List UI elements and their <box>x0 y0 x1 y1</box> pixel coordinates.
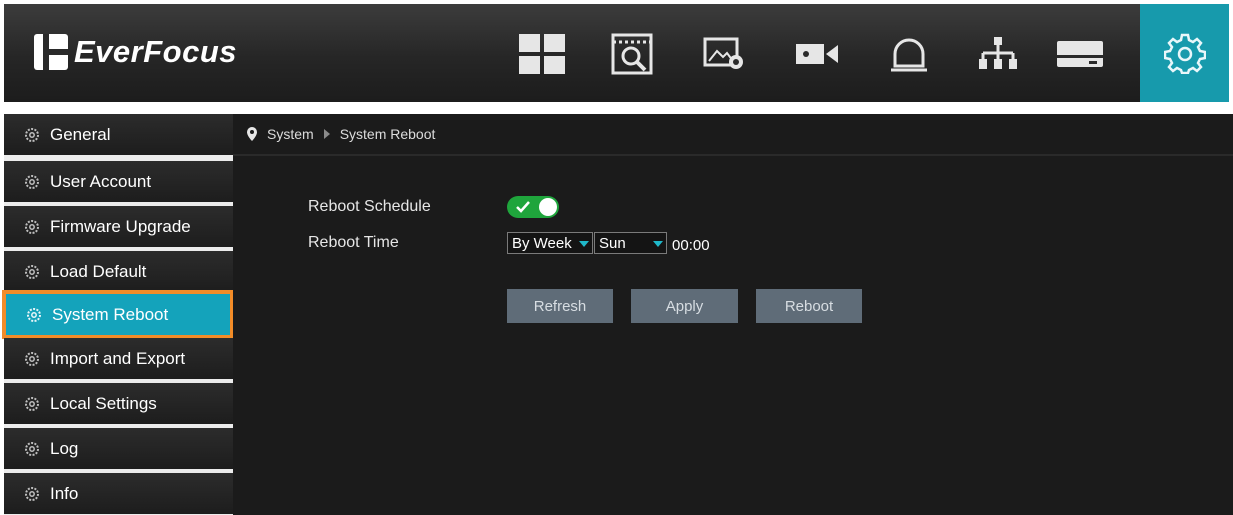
sidebar-item-label: Log <box>50 438 79 458</box>
reboot-day-select[interactable]: Sun <box>594 232 667 254</box>
apply-button[interactable]: Apply <box>631 289 738 323</box>
sidebar-item-label: Info <box>50 483 79 503</box>
image-settings-icon[interactable] <box>694 29 754 79</box>
location-pin-icon <box>247 127 257 141</box>
reboot-day-value: Sun <box>599 234 626 252</box>
grid-layout-icon[interactable] <box>512 29 572 79</box>
top-bar: EverFocus <box>4 4 1229 102</box>
gear-icon <box>27 307 41 322</box>
toggle-knob <box>539 198 557 216</box>
breadcrumb: System System Reboot <box>233 114 1233 156</box>
gear-icon <box>25 351 39 366</box>
sidebar-item-label: Local Settings <box>50 393 157 413</box>
sidebar: General User Account Firmware Upgrade Lo… <box>4 114 233 515</box>
sidebar-item-label: Firmware Upgrade <box>50 216 191 236</box>
sidebar-item-user-account[interactable]: User Account <box>4 161 233 202</box>
dropdown-arrow-icon <box>653 241 663 247</box>
sidebar-item-system-reboot[interactable]: System Reboot <box>6 294 230 335</box>
sidebar-item-label: Import and Export <box>50 348 186 368</box>
chevron-right-icon <box>323 129 330 139</box>
gear-icon <box>25 174 39 189</box>
reboot-time-label: Reboot Time <box>308 234 399 251</box>
gear-icon <box>25 486 39 501</box>
gear-icon <box>25 441 39 456</box>
alarm-bell-icon[interactable] <box>879 29 939 79</box>
gear-icon <box>25 127 39 142</box>
sidebar-item-load-default[interactable]: Load Default <box>4 251 233 292</box>
sidebar-item-general[interactable]: General <box>4 114 233 155</box>
sidebar-item-label: User Account <box>50 171 152 191</box>
gear-icon <box>25 264 39 279</box>
reboot-frequency-value: By Week <box>512 234 572 252</box>
reboot-button[interactable]: Reboot <box>756 289 862 323</box>
breadcrumb-current: System Reboot <box>339 126 436 142</box>
refresh-button[interactable]: Refresh <box>507 289 613 323</box>
gear-icon <box>25 396 39 411</box>
gear-icon <box>25 219 39 234</box>
settings-tab[interactable] <box>1140 4 1229 102</box>
main-panel: System System Reboot Reboot Schedule Reb… <box>233 114 1233 515</box>
reboot-frequency-select[interactable]: By Week <box>507 232 593 254</box>
dropdown-arrow-icon <box>579 241 589 247</box>
storage-hdd-icon[interactable] <box>1050 29 1110 79</box>
sidebar-item-local-settings[interactable]: Local Settings <box>4 383 233 424</box>
reboot-minute[interactable]: 00 <box>693 237 710 254</box>
camera-icon[interactable] <box>787 29 847 79</box>
reboot-time-input[interactable]: 00 : 00 <box>672 234 710 256</box>
playback-search-icon[interactable] <box>602 29 662 79</box>
sidebar-item-firmware-upgrade[interactable]: Firmware Upgrade <box>4 206 233 247</box>
reboot-schedule-toggle[interactable] <box>507 196 559 218</box>
logo-icon <box>34 34 68 70</box>
sidebar-item-label: Load Default <box>50 261 147 281</box>
sidebar-item-info[interactable]: Info <box>4 473 233 514</box>
sidebar-item-log[interactable]: Log <box>4 428 233 469</box>
sidebar-item-label: System Reboot <box>52 304 169 324</box>
breadcrumb-root[interactable]: System <box>267 126 314 142</box>
network-icon[interactable] <box>968 29 1028 79</box>
sidebar-item-import-export[interactable]: Import and Export <box>4 338 233 379</box>
settings-gear-icon <box>1163 32 1207 79</box>
reboot-hour[interactable]: 00 <box>672 237 689 254</box>
brand-logo: EverFocus <box>34 34 237 70</box>
sidebar-item-label: General <box>50 124 111 144</box>
brand-name: EverFocus <box>74 34 238 69</box>
check-icon <box>516 201 530 213</box>
reboot-schedule-label: Reboot Schedule <box>308 198 431 215</box>
